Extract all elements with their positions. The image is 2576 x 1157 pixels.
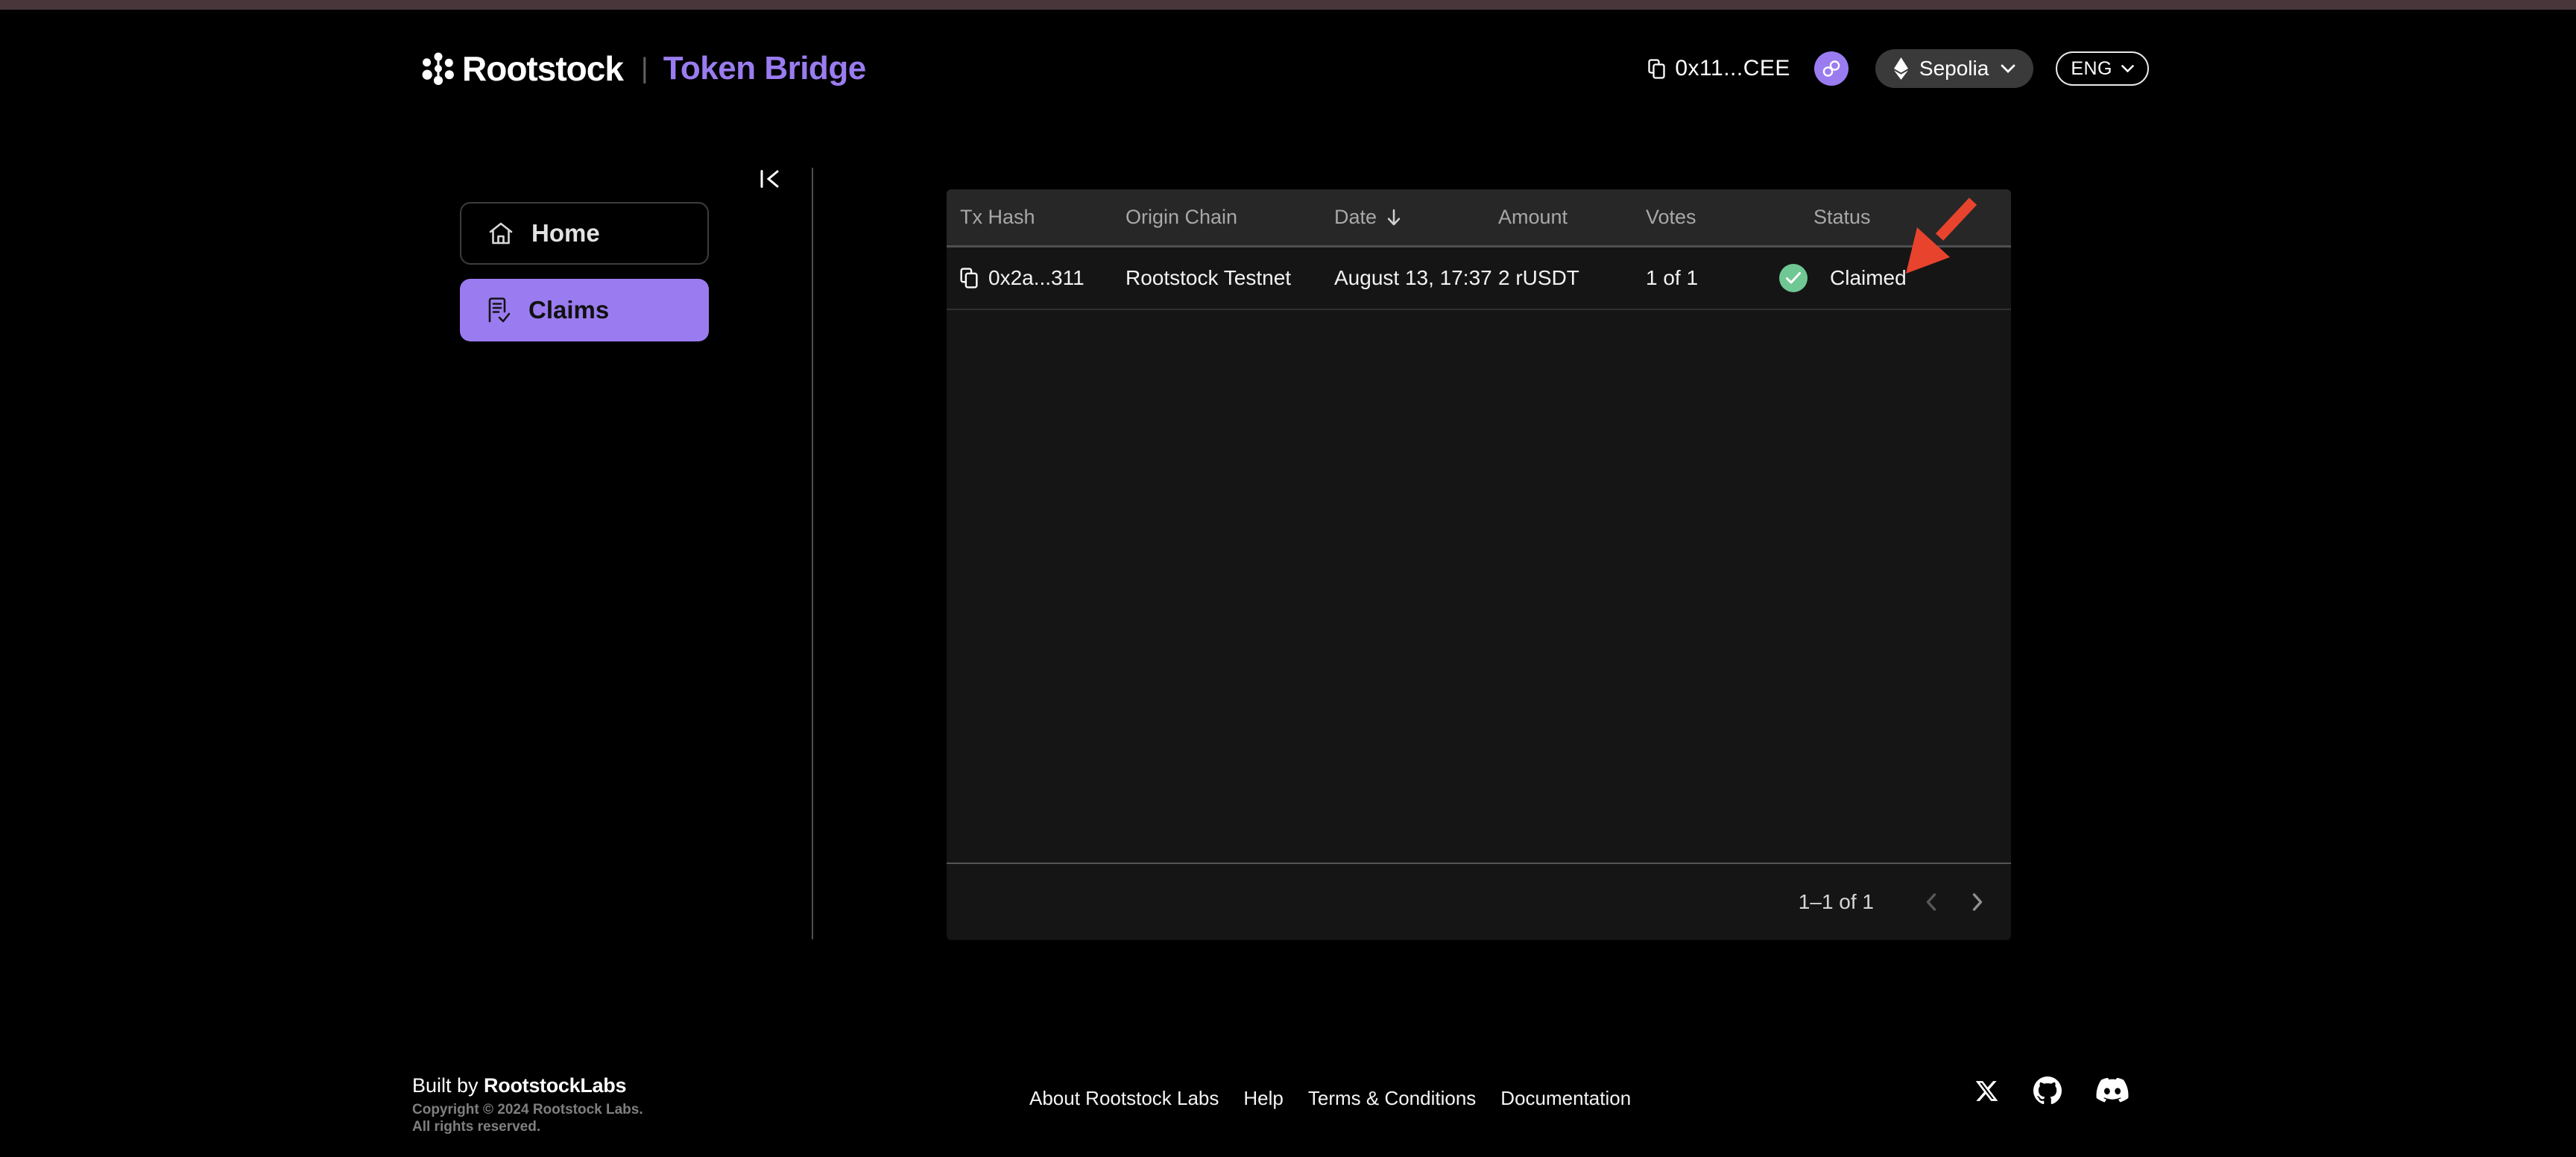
- copy-icon[interactable]: [960, 268, 978, 289]
- cell-votes: 1 of 1: [1646, 266, 1699, 289]
- rootstock-logo-icon: [422, 52, 454, 85]
- cell-tx-hash: 0x2a...311: [960, 266, 1126, 290]
- status-claimed-icon: [1779, 264, 1808, 292]
- link-icon: [1822, 60, 1840, 77]
- column-header-amount: Amount: [1498, 206, 1568, 228]
- window-title-strip: [0, 0, 2576, 10]
- sidebar-divider: [812, 168, 813, 939]
- network-selector[interactable]: Sepolia: [1875, 49, 2034, 88]
- copyright-text: Copyright © 2024 Rootstock Labs. All rig…: [412, 1102, 643, 1135]
- copy-icon[interactable]: [1648, 58, 1666, 79]
- x-icon: [1975, 1080, 1998, 1101]
- cell-date: August 13, 17:37: [1334, 266, 1492, 289]
- collapse-left-icon: [760, 170, 779, 188]
- column-header-status: Status: [1813, 206, 1871, 228]
- footer-link-documentation[interactable]: Documentation: [1500, 1087, 1631, 1110]
- sidebar-item-home[interactable]: Home: [460, 202, 709, 265]
- sidebar-nav: Home Claims: [460, 202, 709, 341]
- chevron-down-icon: [2001, 64, 2015, 73]
- wallet-address-chip[interactable]: 0x11...CEE: [1648, 56, 1790, 81]
- home-icon: [489, 222, 513, 245]
- claims-document-check-icon: [488, 297, 511, 323]
- cell-origin-chain: Rootstock Testnet: [1126, 266, 1292, 289]
- status-label: Claimed: [1830, 266, 1907, 289]
- chevron-down-icon: [2121, 65, 2134, 72]
- footer-links: About Rootstock Labs Help Terms & Condit…: [1029, 1087, 1631, 1110]
- footer-link-terms[interactable]: Terms & Conditions: [1308, 1087, 1476, 1110]
- sidebar-item-label: Claims: [528, 296, 610, 324]
- pagination-next-button[interactable]: [1969, 891, 1986, 913]
- github-icon: [2033, 1076, 2062, 1105]
- sidebar-item-claims[interactable]: Claims: [460, 279, 709, 341]
- claims-table-panel: Tx Hash Origin Chain Date Amount Votes S…: [947, 189, 2011, 940]
- column-header-origin-chain: Origin Chain: [1126, 206, 1238, 228]
- column-header-tx-hash: Tx Hash: [960, 206, 1035, 228]
- table-row[interactable]: 0x2a...311 Rootstock Testnet August 13, …: [947, 248, 2011, 310]
- column-header-date[interactable]: Date: [1334, 206, 1498, 229]
- header-actions: 0x11...CEE Sepolia ENG: [1648, 46, 2149, 91]
- sidebar-collapse-button[interactable]: [759, 169, 781, 190]
- sidebar-item-label: Home: [531, 219, 600, 247]
- language-label: ENG: [2071, 57, 2112, 79]
- network-label: Sepolia: [1919, 57, 1989, 80]
- pagination-previous-button[interactable]: [1923, 891, 1939, 913]
- column-header-votes: Votes: [1646, 206, 1696, 228]
- discord-link[interactable]: [2096, 1078, 2129, 1103]
- wallet-address[interactable]: 0x11...CEE: [1675, 56, 1790, 81]
- disconnect-wallet-button[interactable]: [1813, 51, 1849, 86]
- table-pagination: 1–1 of 1: [947, 863, 2011, 940]
- built-by-line: Built by RootstockLabs: [412, 1074, 627, 1097]
- footer-link-about[interactable]: About Rootstock Labs: [1029, 1087, 1219, 1110]
- x-twitter-link[interactable]: [1974, 1079, 1999, 1103]
- footer-credits: Built by RootstockLabs Copyright © 2024 …: [412, 1074, 643, 1135]
- table-empty-space: [947, 310, 2011, 863]
- brand-product-name: Token Bridge: [663, 50, 866, 86]
- sort-descending-icon: [1387, 209, 1401, 225]
- built-by-brand: RootstockLabs: [484, 1074, 627, 1097]
- discord-icon: [2096, 1078, 2129, 1103]
- tx-hash-value: 0x2a...311: [988, 266, 1085, 289]
- chevron-right-icon: [1972, 893, 1983, 911]
- cell-amount: 2 rUSDT: [1498, 266, 1579, 289]
- language-selector[interactable]: ENG: [2056, 51, 2149, 86]
- table-header-row: Tx Hash Origin Chain Date Amount Votes S…: [947, 189, 2011, 248]
- footer-link-help[interactable]: Help: [1243, 1087, 1283, 1110]
- cell-status: Claimed: [1779, 264, 2011, 292]
- ethereum-icon: [1893, 57, 1908, 80]
- github-link[interactable]: [2033, 1076, 2062, 1105]
- pagination-range-label: 1–1 of 1: [1798, 890, 1874, 913]
- brand-separator: |: [640, 52, 648, 84]
- chevron-left-icon: [1926, 893, 1936, 911]
- footer-social: [1974, 1076, 2129, 1105]
- brand-name: Rootstock: [462, 49, 624, 88]
- brand[interactable]: Rootstock | Token Bridge: [422, 46, 866, 91]
